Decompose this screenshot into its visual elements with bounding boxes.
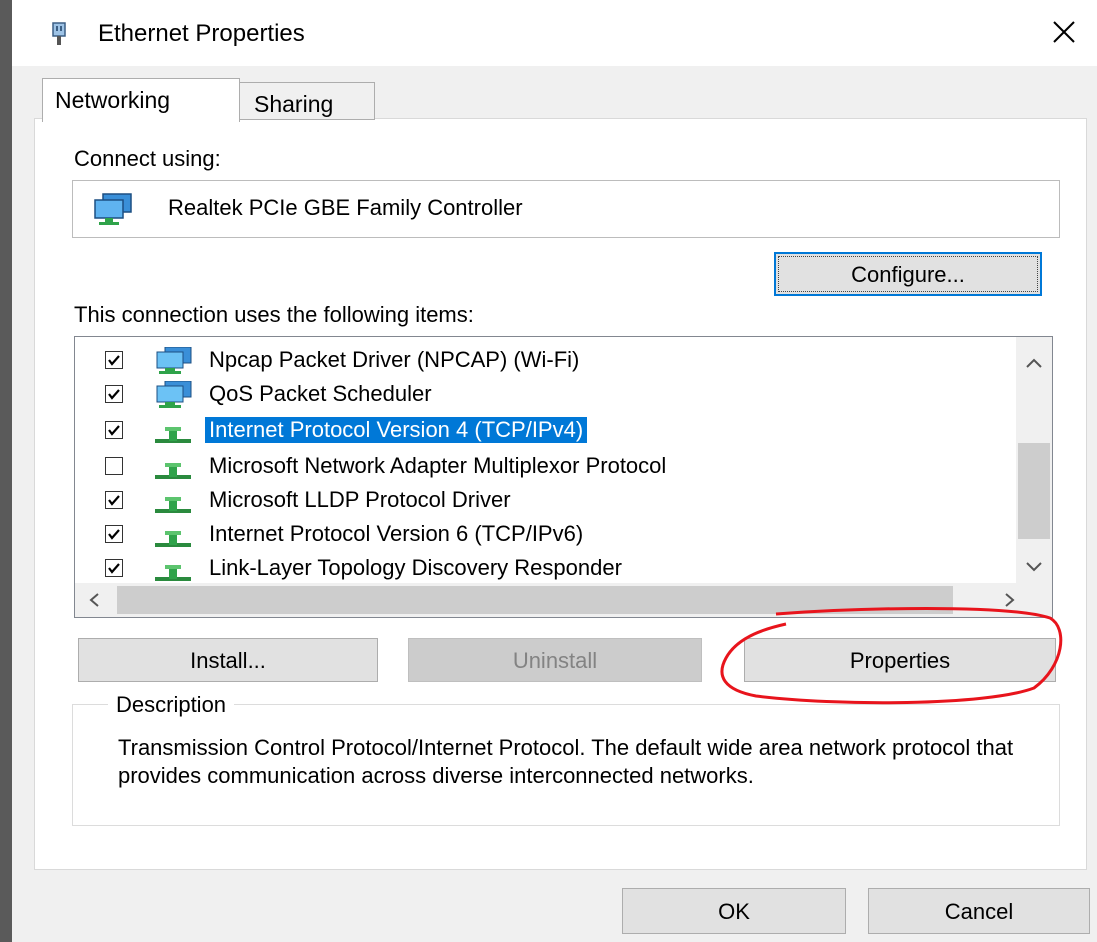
tab-sharing[interactable]: Sharing bbox=[239, 82, 375, 120]
protocol-icon bbox=[151, 555, 201, 583]
list-item[interactable]: QoS Packet Scheduler bbox=[75, 377, 995, 411]
checkbox[interactable] bbox=[105, 421, 123, 439]
title-bar: Ethernet Properties bbox=[12, 0, 1097, 66]
tab-networking[interactable]: Networking bbox=[42, 78, 240, 122]
checkmark-icon bbox=[108, 389, 120, 400]
horizontal-scroll-thumb[interactable] bbox=[117, 586, 953, 614]
checkbox[interactable] bbox=[105, 525, 123, 543]
scroll-down-arrow-icon[interactable] bbox=[1025, 559, 1043, 577]
ethernet-properties-dialog: Ethernet Properties Networking Sharing C… bbox=[12, 0, 1097, 942]
checkmark-icon bbox=[108, 495, 120, 506]
checkbox[interactable] bbox=[105, 351, 123, 369]
items-label: This connection uses the following items… bbox=[74, 302, 474, 327]
configure-button[interactable]: Configure... bbox=[774, 252, 1042, 296]
list-item-label: QoS Packet Scheduler bbox=[209, 381, 432, 406]
list-item-label: Microsoft Network Adapter Multiplexor Pr… bbox=[209, 453, 667, 478]
components-list[interactable]: Npcap Packet Driver (NPCAP) (Wi-Fi) QoS … bbox=[74, 336, 1053, 618]
list-item[interactable]: Microsoft Network Adapter Multiplexor Pr… bbox=[75, 449, 995, 483]
list-item-label: Microsoft LLDP Protocol Driver bbox=[209, 487, 511, 512]
network-client-icon bbox=[151, 380, 201, 409]
list-item[interactable]: Link-Layer Topology Discovery Responder bbox=[75, 551, 995, 585]
protocol-icon bbox=[151, 417, 201, 445]
adapter-field: Realtek PCIe GBE Family Controller bbox=[72, 180, 1060, 238]
vertical-scrollbar[interactable] bbox=[1016, 337, 1052, 583]
checkmark-icon bbox=[108, 425, 120, 436]
checkmark-icon bbox=[108, 529, 120, 540]
install-button[interactable]: Install... bbox=[78, 638, 378, 682]
description-text: Transmission Control Protocol/Internet P… bbox=[118, 735, 1014, 788]
checkmark-icon bbox=[108, 563, 120, 574]
vertical-scroll-thumb[interactable] bbox=[1018, 443, 1050, 539]
protocol-icon bbox=[151, 453, 201, 481]
description-legend: Description bbox=[108, 692, 235, 718]
list-item[interactable]: Internet Protocol Version 6 (TCP/IPv6) bbox=[75, 517, 995, 551]
scroll-right-arrow-icon[interactable] bbox=[1005, 593, 1015, 612]
focus-rectangle bbox=[778, 256, 1038, 292]
scroll-left-arrow-icon[interactable] bbox=[89, 593, 99, 612]
connect-using-label: Connect using: bbox=[74, 146, 221, 171]
horizontal-scrollbar[interactable] bbox=[75, 583, 1052, 617]
list-item[interactable]: Npcap Packet Driver (NPCAP) (Wi-Fi) bbox=[75, 343, 995, 377]
list-item-label: Internet Protocol Version 4 (TCP/IPv4) bbox=[203, 416, 589, 444]
cancel-button[interactable]: Cancel bbox=[868, 888, 1090, 934]
protocol-icon bbox=[151, 521, 201, 549]
checkbox[interactable] bbox=[105, 491, 123, 509]
network-client-icon bbox=[151, 346, 201, 375]
list-item[interactable]: Microsoft LLDP Protocol Driver bbox=[75, 483, 995, 517]
close-icon bbox=[1053, 21, 1075, 43]
checkbox[interactable] bbox=[105, 385, 123, 403]
adapter-name: Realtek PCIe GBE Family Controller bbox=[168, 195, 523, 220]
checkmark-icon bbox=[108, 355, 120, 366]
list-item-label: Internet Protocol Version 6 (TCP/IPv6) bbox=[209, 521, 584, 546]
uninstall-button[interactable]: Uninstall bbox=[408, 638, 702, 682]
close-button[interactable] bbox=[1034, 4, 1094, 60]
properties-button[interactable]: Properties bbox=[744, 638, 1056, 682]
list-item[interactable]: Internet Protocol Version 4 (TCP/IPv4) bbox=[75, 413, 995, 447]
network-adapter-icon bbox=[93, 192, 135, 226]
protocol-icon bbox=[151, 487, 201, 515]
window-title: Ethernet Properties bbox=[98, 20, 305, 47]
ethernet-plug-icon bbox=[52, 22, 66, 46]
checkbox[interactable] bbox=[105, 559, 123, 577]
scroll-up-arrow-icon[interactable] bbox=[1025, 355, 1043, 373]
list-item-label: Npcap Packet Driver (NPCAP) (Wi-Fi) bbox=[209, 347, 580, 372]
list-item-label: Link-Layer Topology Discovery Responder bbox=[209, 555, 622, 580]
checkbox[interactable] bbox=[105, 457, 123, 475]
ok-button[interactable]: OK bbox=[622, 888, 846, 934]
